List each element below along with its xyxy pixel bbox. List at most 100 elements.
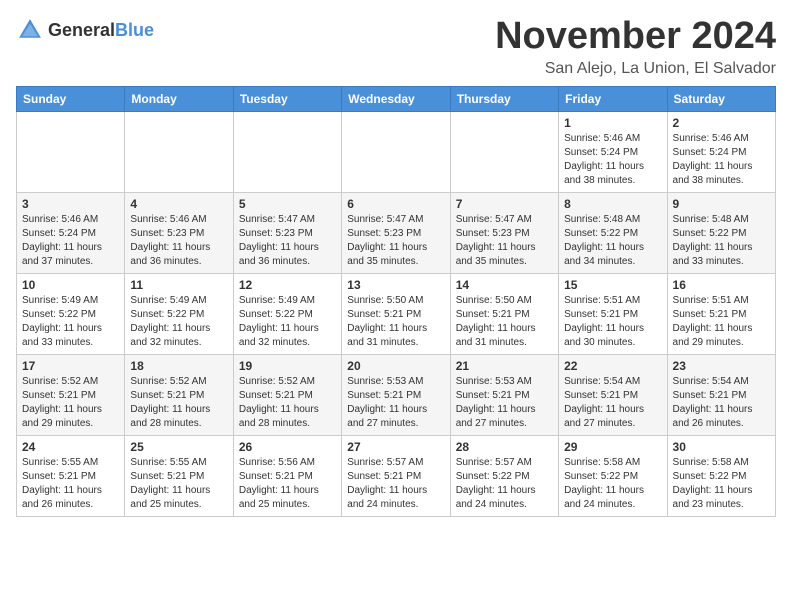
weekday-header-sunday: Sunday <box>17 86 125 111</box>
day-number: 25 <box>130 440 227 454</box>
calendar-week-4: 17 Sunrise: 5:52 AM Sunset: 5:21 PM Dayli… <box>17 354 776 435</box>
day-info: Sunrise: 5:55 AM Sunset: 5:21 PM Dayligh… <box>22 456 119 512</box>
day-info: Sunrise: 5:51 AM Sunset: 5:21 PM Dayligh… <box>673 294 770 350</box>
day-info: Sunrise: 5:46 AM Sunset: 5:24 PM Dayligh… <box>22 213 119 269</box>
calendar-cell: 28 Sunrise: 5:57 AM Sunset: 5:22 PM Dayli… <box>450 435 558 516</box>
calendar-cell: 27Sunrise: 5:57 AM Sunset: 5:21 PM Dayli… <box>342 435 450 516</box>
day-info: Sunrise: 5:52 AM Sunset: 5:21 PM Dayligh… <box>22 375 119 431</box>
calendar-week-5: 24 Sunrise: 5:55 AM Sunset: 5:21 PM Dayli… <box>17 435 776 516</box>
month-title: November 2024 <box>495 16 776 58</box>
day-info: Sunrise: 5:53 AM Sunset: 5:21 PM Dayligh… <box>347 375 444 431</box>
day-number: 20 <box>347 359 444 373</box>
weekday-header-thursday: Thursday <box>450 86 558 111</box>
title-block: November 2024 San Alejo, La Union, El Sa… <box>495 16 776 78</box>
calendar-cell: 26 Sunrise: 5:56 AM Sunset: 5:21 PM Dayli… <box>233 435 341 516</box>
day-number: 24 <box>22 440 119 454</box>
day-info: Sunrise: 5:54 AM Sunset: 5:21 PM Dayligh… <box>673 375 770 431</box>
day-number: 13 <box>347 278 444 292</box>
calendar-cell: 14 Sunrise: 5:50 AM Sunset: 5:21 PM Dayli… <box>450 273 558 354</box>
day-number: 3 <box>22 197 119 211</box>
day-number: 29 <box>564 440 661 454</box>
day-number: 17 <box>22 359 119 373</box>
logo-general: General <box>48 20 115 40</box>
calendar-cell: 25 Sunrise: 5:55 AM Sunset: 5:21 PM Dayli… <box>125 435 233 516</box>
calendar-cell: 4Sunrise: 5:46 AM Sunset: 5:23 PM Daylig… <box>125 192 233 273</box>
day-info: Sunrise: 5:58 AM Sunset: 5:22 PM Dayligh… <box>564 456 661 512</box>
day-number: 14 <box>456 278 553 292</box>
calendar-cell: 5 Sunrise: 5:47 AM Sunset: 5:23 PM Daylig… <box>233 192 341 273</box>
calendar-cell: 19 Sunrise: 5:52 AM Sunset: 5:21 PM Dayli… <box>233 354 341 435</box>
day-number: 2 <box>673 116 770 130</box>
calendar-cell: 20 Sunrise: 5:53 AM Sunset: 5:21 PM Dayli… <box>342 354 450 435</box>
day-number: 6 <box>347 197 444 211</box>
day-info: Sunrise: 5:58 AM Sunset: 5:22 PM Dayligh… <box>673 456 770 512</box>
day-info: Sunrise: 5:57 AM Sunset: 5:22 PM Dayligh… <box>456 456 553 512</box>
day-number: 12 <box>239 278 336 292</box>
weekday-header-saturday: Saturday <box>667 86 775 111</box>
day-info: Sunrise: 5:53 AM Sunset: 5:21 PM Dayligh… <box>456 375 553 431</box>
day-number: 8 <box>564 197 661 211</box>
calendar-cell: 2 Sunrise: 5:46 AM Sunset: 5:24 PM Daylig… <box>667 111 775 192</box>
day-info: Sunrise: 5:47 AM Sunset: 5:23 PM Dayligh… <box>347 213 444 269</box>
day-info: Sunrise: 5:48 AM Sunset: 5:22 PM Dayligh… <box>673 213 770 269</box>
day-number: 9 <box>673 197 770 211</box>
day-info: Sunrise: 5:49 AM Sunset: 5:22 PM Dayligh… <box>130 294 227 350</box>
day-number: 16 <box>673 278 770 292</box>
day-number: 28 <box>456 440 553 454</box>
calendar-cell <box>17 111 125 192</box>
day-info: Sunrise: 5:47 AM Sunset: 5:23 PM Dayligh… <box>239 213 336 269</box>
day-info: Sunrise: 5:51 AM Sunset: 5:21 PM Dayligh… <box>564 294 661 350</box>
day-number: 18 <box>130 359 227 373</box>
calendar-cell: 3 Sunrise: 5:46 AM Sunset: 5:24 PM Daylig… <box>17 192 125 273</box>
calendar-week-1: 1Sunrise: 5:46 AM Sunset: 5:24 PM Daylig… <box>17 111 776 192</box>
logo: GeneralBlue <box>16 16 154 44</box>
day-number: 30 <box>673 440 770 454</box>
calendar-cell: 9 Sunrise: 5:48 AM Sunset: 5:22 PM Daylig… <box>667 192 775 273</box>
calendar-cell <box>125 111 233 192</box>
calendar-cell: 23 Sunrise: 5:54 AM Sunset: 5:21 PM Dayli… <box>667 354 775 435</box>
day-info: Sunrise: 5:57 AM Sunset: 5:21 PM Dayligh… <box>347 456 444 512</box>
day-info: Sunrise: 5:46 AM Sunset: 5:24 PM Dayligh… <box>673 132 770 188</box>
calendar-cell <box>450 111 558 192</box>
logo-blue: Blue <box>115 20 154 40</box>
calendar-cell: 1Sunrise: 5:46 AM Sunset: 5:24 PM Daylig… <box>559 111 667 192</box>
calendar-body: 1Sunrise: 5:46 AM Sunset: 5:24 PM Daylig… <box>17 111 776 516</box>
calendar-cell: 17 Sunrise: 5:52 AM Sunset: 5:21 PM Dayli… <box>17 354 125 435</box>
calendar-week-3: 10 Sunrise: 5:49 AM Sunset: 5:22 PM Dayli… <box>17 273 776 354</box>
calendar-cell: 24 Sunrise: 5:55 AM Sunset: 5:21 PM Dayli… <box>17 435 125 516</box>
calendar-cell: 22Sunrise: 5:54 AM Sunset: 5:21 PM Dayli… <box>559 354 667 435</box>
calendar-cell: 11 Sunrise: 5:49 AM Sunset: 5:22 PM Dayli… <box>125 273 233 354</box>
calendar-cell: 6 Sunrise: 5:47 AM Sunset: 5:23 PM Daylig… <box>342 192 450 273</box>
calendar-cell: 10 Sunrise: 5:49 AM Sunset: 5:22 PM Dayli… <box>17 273 125 354</box>
day-info: Sunrise: 5:50 AM Sunset: 5:21 PM Dayligh… <box>456 294 553 350</box>
day-info: Sunrise: 5:49 AM Sunset: 5:22 PM Dayligh… <box>239 294 336 350</box>
day-info: Sunrise: 5:56 AM Sunset: 5:21 PM Dayligh… <box>239 456 336 512</box>
calendar-header-row: SundayMondayTuesdayWednesdayThursdayFrid… <box>17 86 776 111</box>
calendar-week-2: 3 Sunrise: 5:46 AM Sunset: 5:24 PM Daylig… <box>17 192 776 273</box>
day-number: 21 <box>456 359 553 373</box>
day-info: Sunrise: 5:55 AM Sunset: 5:21 PM Dayligh… <box>130 456 227 512</box>
weekday-header-monday: Monday <box>125 86 233 111</box>
calendar-cell: 18 Sunrise: 5:52 AM Sunset: 5:21 PM Dayli… <box>125 354 233 435</box>
day-number: 15 <box>564 278 661 292</box>
calendar-cell: 16 Sunrise: 5:51 AM Sunset: 5:21 PM Dayli… <box>667 273 775 354</box>
calendar-cell <box>342 111 450 192</box>
day-info: Sunrise: 5:48 AM Sunset: 5:22 PM Dayligh… <box>564 213 661 269</box>
day-number: 10 <box>22 278 119 292</box>
day-info: Sunrise: 5:52 AM Sunset: 5:21 PM Dayligh… <box>130 375 227 431</box>
calendar-cell: 12 Sunrise: 5:49 AM Sunset: 5:22 PM Dayli… <box>233 273 341 354</box>
day-info: Sunrise: 5:52 AM Sunset: 5:21 PM Dayligh… <box>239 375 336 431</box>
day-number: 11 <box>130 278 227 292</box>
day-info: Sunrise: 5:49 AM Sunset: 5:22 PM Dayligh… <box>22 294 119 350</box>
day-number: 26 <box>239 440 336 454</box>
day-number: 5 <box>239 197 336 211</box>
day-number: 4 <box>130 197 227 211</box>
calendar-cell: 8 Sunrise: 5:48 AM Sunset: 5:22 PM Daylig… <box>559 192 667 273</box>
day-info: Sunrise: 5:46 AM Sunset: 5:24 PM Dayligh… <box>564 132 661 188</box>
page-header: GeneralBlue November 2024 San Alejo, La … <box>16 16 776 78</box>
calendar-table: SundayMondayTuesdayWednesdayThursdayFrid… <box>16 86 776 517</box>
day-number: 23 <box>673 359 770 373</box>
calendar-cell: 7Sunrise: 5:47 AM Sunset: 5:23 PM Daylig… <box>450 192 558 273</box>
day-number: 19 <box>239 359 336 373</box>
day-info: Sunrise: 5:50 AM Sunset: 5:21 PM Dayligh… <box>347 294 444 350</box>
